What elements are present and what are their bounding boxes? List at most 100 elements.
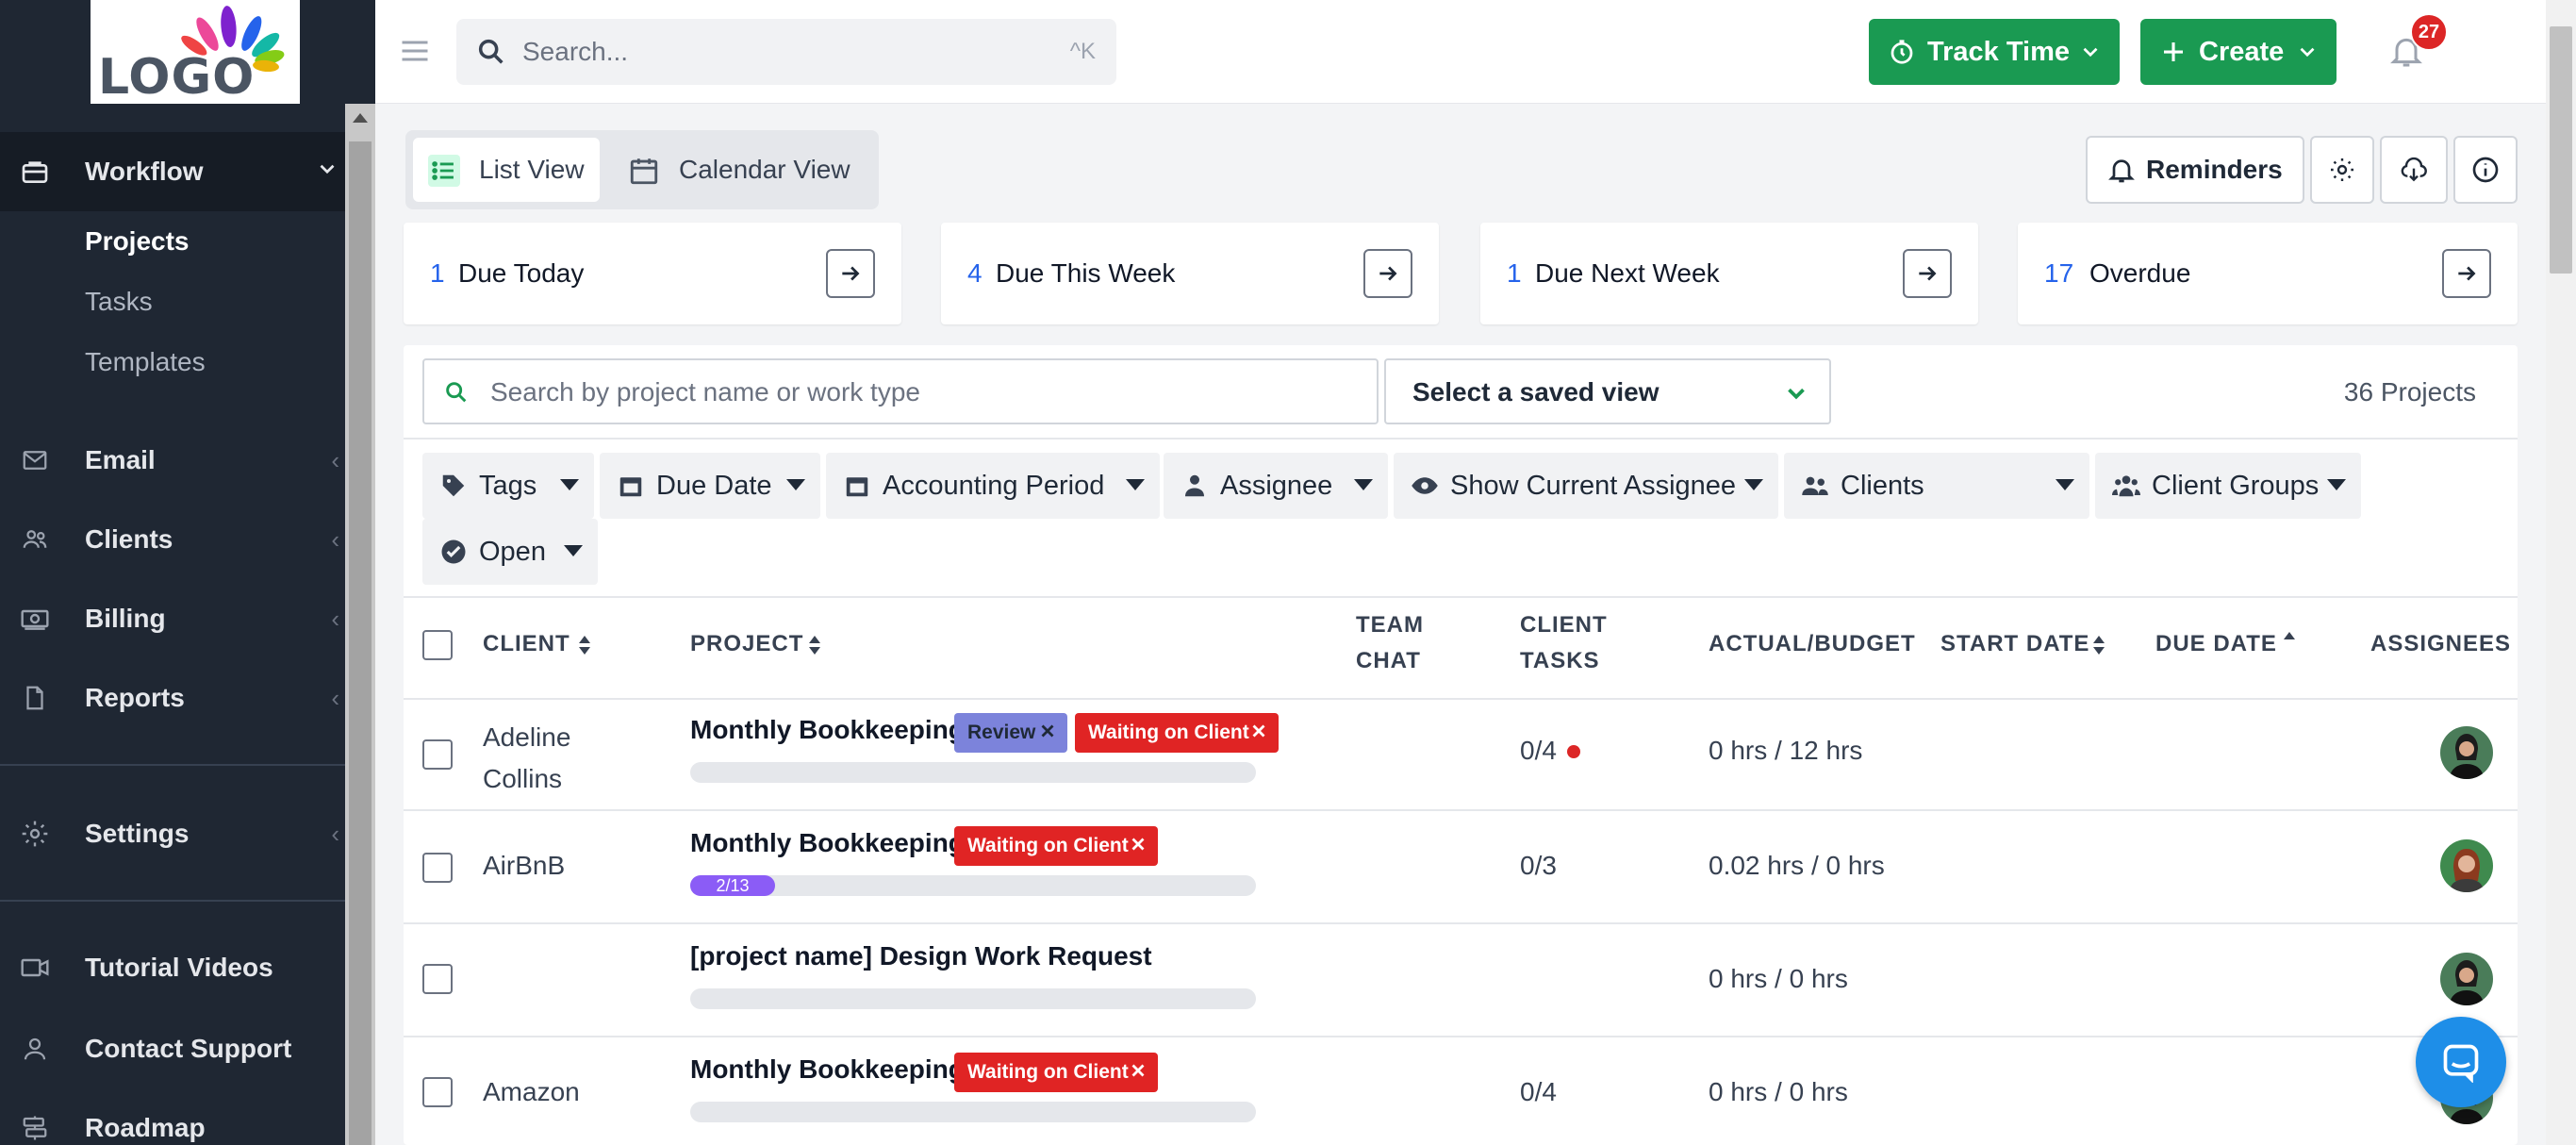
track-time-button[interactable]: Track Time [1869,19,2120,85]
info-icon [2472,157,2499,183]
row-client-tasks[interactable]: 0/4 [1520,736,1557,766]
sidebar-item-label: Tutorial Videos [85,953,273,982]
row-project-name[interactable]: Monthly Bookkeeping [690,1054,965,1085]
global-search-input[interactable]: Search... ^K [456,19,1116,85]
logo-area: LOGO [0,0,377,106]
briefcase-icon [19,156,51,188]
sort-icon[interactable] [807,634,822,656]
close-icon[interactable] [1248,721,1269,741]
due-this-week-card[interactable]: 4 Due This Week [941,223,1439,324]
sort-ascending-icon[interactable] [2282,630,2297,653]
settings-button[interactable] [2310,136,2374,204]
sidebar-subitem-projects[interactable]: Projects [85,226,190,257]
due-next-week-card[interactable]: 1 Due Next Week [1480,223,1978,324]
filter-open[interactable]: Open [422,519,598,585]
export-button[interactable] [2380,136,2448,204]
row-client[interactable]: Adeline Collins [483,717,570,800]
scroll-up-arrow-icon[interactable] [353,113,368,123]
filter-accounting-period[interactable]: Accounting Period [826,453,1160,519]
filter-show-current-assignee[interactable]: Show Current Assignee [1394,453,1778,519]
filter-assignee[interactable]: Assignee [1164,453,1388,519]
avatar[interactable] [2440,839,2493,892]
sidebar-item-tutorial-videos[interactable]: Tutorial Videos [0,928,345,1007]
sidebar-item-reports[interactable]: Reports ‹ [0,658,345,738]
arrow-right-icon[interactable] [1363,249,1412,298]
logo[interactable]: LOGO [91,0,300,106]
project-search-input[interactable]: Search by project name or work type [422,358,1379,424]
row-project-name[interactable]: Monthly Bookkeeping [690,828,965,858]
close-icon[interactable] [1128,834,1148,855]
divider [404,922,2518,924]
calendar-view-tab[interactable]: Calendar View [613,138,867,202]
filter-label: Open [479,536,546,567]
scrollbar-thumb[interactable] [2550,26,2572,274]
sidebar-item-label: Email [85,445,156,474]
row-project-name[interactable]: [project name] Design Work Request [690,941,1152,971]
overdue-card[interactable]: 17 Overdue [2018,223,2518,324]
saved-view-select[interactable]: Select a saved view [1384,358,1831,424]
sidebar-item-roadmap[interactable]: Roadmap [0,1088,345,1145]
sidebar-subitem-templates[interactable]: Templates [85,347,206,377]
page-scrollbar[interactable] [2546,0,2576,1145]
sidebar-scrollbar[interactable] [345,104,375,1145]
filter-label: Due Date [656,470,772,501]
row-client-tasks[interactable]: 0/3 [1520,851,1557,881]
filter-tags[interactable]: Tags [422,453,594,519]
track-time-label: Track Time [1927,36,2071,67]
arrow-right-icon[interactable] [826,249,875,298]
search-icon [478,39,504,64]
sidebar-item-billing[interactable]: Billing ‹ [0,579,345,658]
avatar[interactable] [2440,726,2493,779]
arrow-right-icon[interactable] [2442,249,2491,298]
sidebar-item-contact-support[interactable]: Contact Support [0,1009,345,1088]
row-client[interactable]: AirBnB [483,851,565,881]
row-checkbox[interactable] [422,1077,453,1107]
users-icon [1802,476,1828,495]
create-button[interactable]: Create [2140,19,2337,85]
close-icon[interactable] [1037,721,1058,741]
tag-waiting-on-client: Waiting on Client [954,826,1158,866]
chat-launcher-button[interactable] [2416,1017,2506,1107]
hamburger-icon[interactable] [398,34,432,68]
row-checkbox[interactable] [422,964,453,994]
sidebar-item-clients[interactable]: Clients ‹ [0,500,345,579]
user-icon [1185,474,1204,497]
row-actual-budget: 0.02 hrs / 0 hrs [1709,851,1885,880]
due-today-card[interactable]: 1 Due Today [404,223,901,324]
sidebar-item-settings[interactable]: Settings ‹ [0,794,345,873]
select-all-checkbox[interactable] [422,630,453,660]
filter-due-date[interactable]: Due Date [600,453,820,519]
divider [404,596,2518,598]
column-header-project[interactable]: PROJECT [690,626,803,662]
column-header-client[interactable]: CLIENT [483,626,570,662]
scrollbar-thumb[interactable] [349,141,372,1145]
row-actual-budget: 0 hrs / 0 hrs [1709,964,1848,993]
column-header-due-date[interactable]: DUE DATE [2155,626,2277,662]
sidebar-divider [0,764,345,766]
row-checkbox[interactable] [422,853,453,883]
notification-count-badge[interactable]: 27 [2410,13,2448,51]
row-client[interactable]: Amazon [483,1077,580,1107]
sort-icon[interactable] [577,634,592,656]
sort-icon[interactable] [2091,634,2106,656]
list-view-tab[interactable]: List View [413,138,600,202]
chevron-left-icon: ‹ [331,819,339,848]
filter-client-groups[interactable]: Client Groups [2095,453,2361,519]
filter-clients[interactable]: Clients [1784,453,2089,519]
tag-waiting-on-client: Waiting on Client [1075,713,1279,753]
divider [404,809,2518,811]
sidebar-item-workflow[interactable]: Workflow [0,132,345,211]
sidebar-subitem-tasks[interactable]: Tasks [85,287,153,317]
arrow-right-icon[interactable] [1903,249,1952,298]
close-icon[interactable] [1128,1060,1148,1081]
info-button[interactable] [2453,136,2518,204]
row-checkbox[interactable] [422,739,453,770]
reminders-button[interactable]: Reminders [2086,136,2304,204]
row-project-name[interactable]: Monthly Bookkeeping [690,715,965,745]
due-label: Due Next Week [1535,258,1720,288]
logo-text: LOGO [98,49,256,106]
row-client-tasks[interactable]: 0/4 [1520,1077,1557,1107]
column-header-start-date[interactable]: START DATE [1940,626,2089,662]
avatar[interactable] [2440,953,2493,1005]
sidebar-item-email[interactable]: Email ‹ [0,421,345,500]
